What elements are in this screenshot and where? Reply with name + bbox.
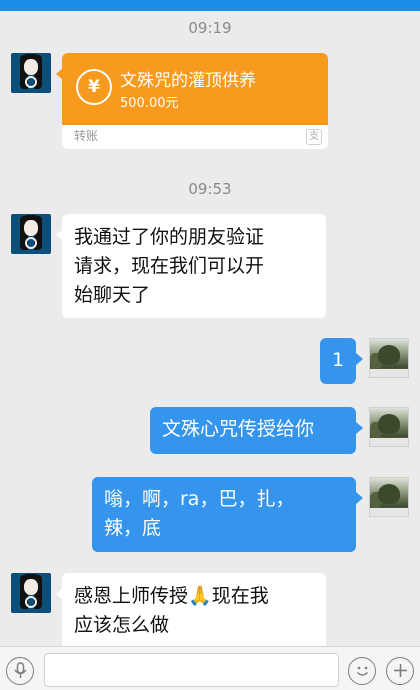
message-input[interactable] bbox=[44, 653, 339, 687]
message-text: 感恩上师传授 bbox=[74, 585, 189, 607]
my-avatar[interactable] bbox=[369, 477, 409, 517]
timestamp: 09:53 bbox=[188, 180, 232, 198]
transfer-amount: 500.00元 bbox=[120, 96, 179, 111]
timestamp: 09:19 bbox=[188, 19, 232, 37]
microphone-icon bbox=[13, 662, 27, 678]
message-text: 辣，底 bbox=[104, 517, 162, 539]
message-text: 始聊天了 bbox=[74, 284, 151, 306]
top-status-bar bbox=[0, 0, 420, 11]
message-bubble-outgoing[interactable]: 1 bbox=[320, 338, 356, 384]
message-bubble-incoming[interactable]: 我通过了你的朋友验证 请求，现在我们可以开 始聊天了 bbox=[62, 214, 326, 318]
message-text: 文殊心咒传授给你 bbox=[162, 418, 315, 440]
message-text: 我通过了你的朋友验证 bbox=[74, 226, 265, 248]
transfer-title: 文殊咒的灌顶供养 bbox=[120, 71, 256, 91]
message-bubble-outgoing[interactable]: 文殊心咒传授给你 bbox=[150, 407, 356, 454]
message-text: 嗡，啊，ra，巴，扎， bbox=[104, 488, 295, 510]
message-input-bar bbox=[0, 646, 420, 690]
message-text: 现在我 bbox=[211, 585, 269, 607]
emoji-icon[interactable] bbox=[348, 657, 376, 685]
contact-avatar[interactable] bbox=[11, 53, 51, 93]
message-text: 请求，现在我们可以开 bbox=[74, 255, 265, 277]
voice-icon[interactable] bbox=[6, 657, 34, 685]
my-avatar[interactable] bbox=[369, 338, 409, 378]
message-text: 应该怎么做 bbox=[74, 614, 170, 636]
bubble-tail bbox=[356, 492, 363, 504]
transfer-footer-label: 转账 bbox=[74, 129, 99, 143]
yuan-coin-icon: ¥ bbox=[76, 69, 112, 105]
praying-hands-icon: 🙏 bbox=[188, 585, 212, 607]
message-bubble-incoming[interactable]: 感恩上师传授🙏现在我 应该怎么做 bbox=[62, 573, 326, 651]
plus-icon[interactable] bbox=[386, 657, 414, 685]
transfer-card[interactable]: ¥ 文殊咒的灌顶供养 500.00元 转账 支 bbox=[62, 53, 328, 149]
bubble-tail bbox=[356, 422, 363, 434]
contact-avatar[interactable] bbox=[11, 573, 51, 613]
bubble-tail bbox=[356, 353, 363, 365]
my-avatar[interactable] bbox=[369, 407, 409, 447]
message-text: 1 bbox=[331, 349, 345, 371]
contact-avatar[interactable] bbox=[11, 214, 51, 254]
alipay-icon: 支 bbox=[306, 129, 322, 145]
message-bubble-outgoing[interactable]: 嗡，啊，ra，巴，扎， 辣，底 bbox=[92, 477, 356, 552]
